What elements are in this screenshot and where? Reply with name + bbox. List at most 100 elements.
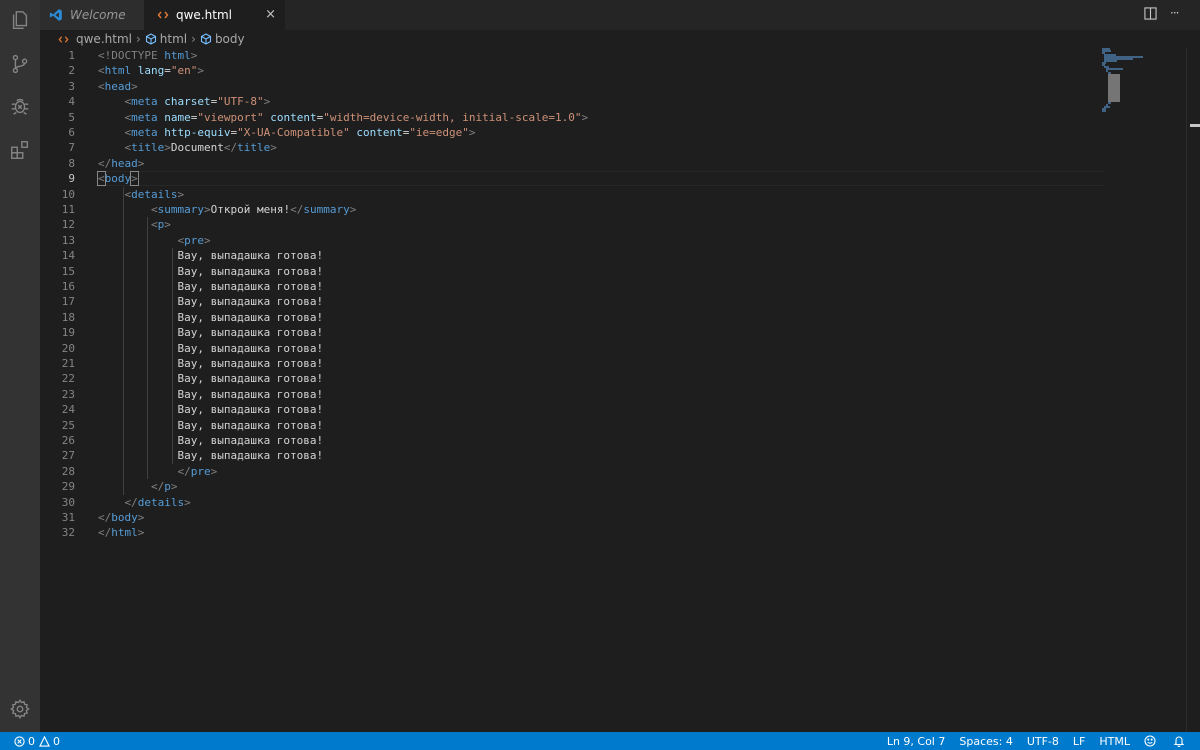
tab-welcome[interactable]: Welcome: [40, 0, 144, 30]
language-mode[interactable]: HTML: [1099, 735, 1130, 748]
code-line[interactable]: 14 Вау, выпадашка готова!: [40, 248, 1104, 263]
code-line[interactable]: 7 <title>Document</title>: [40, 140, 1104, 155]
code-line[interactable]: 15 Вау, выпадашка готова!: [40, 264, 1104, 279]
code-line[interactable]: 2 <html lang="en">: [40, 63, 1104, 78]
code-token: details: [137, 495, 185, 509]
code-line[interactable]: 1 <!DOCTYPE html>: [40, 48, 1104, 63]
code-line[interactable]: 29 </p>: [40, 479, 1104, 494]
code-token: details: [131, 187, 178, 201]
breadcrumb-html[interactable]: html: [145, 32, 187, 46]
explorer-button[interactable]: [0, 0, 40, 40]
code-token: Вау, выпадашка готова!: [98, 295, 324, 309]
code-text: Вау, выпадашка готова!: [98, 418, 323, 433]
code-token: <: [98, 64, 105, 78]
code-line[interactable]: 20 Вау, выпадашка готова!: [40, 341, 1104, 356]
line-number: 31: [61, 511, 75, 524]
notifications-button[interactable]: [1173, 735, 1188, 747]
code-token: Вау, выпадашка готова!: [98, 418, 324, 432]
code-line[interactable]: 27 Вау, выпадашка готова!: [40, 448, 1104, 463]
indentation[interactable]: Spaces: 4: [959, 735, 1012, 748]
breadcrumb: qwe.html › html › body: [40, 30, 1200, 48]
tab-qwe-html[interactable]: qwe.html ×: [144, 0, 286, 30]
vscode-logo-icon: [49, 8, 63, 22]
code-line[interactable]: 30 </details>: [40, 495, 1104, 510]
code-line[interactable]: 5 <meta name="viewport" content="width=d…: [40, 110, 1104, 125]
code-token: >: [130, 171, 139, 187]
line-number: 19: [61, 326, 75, 340]
code-token: Вау, выпадашка готова!: [98, 326, 324, 340]
cursor-position[interactable]: Ln 9, Col 7: [887, 735, 946, 748]
code-token: </: [98, 156, 112, 170]
code-line[interactable]: 24 Вау, выпадашка готова!: [40, 402, 1104, 417]
code-text: <summary>Открой меня!</summary>: [98, 202, 356, 217]
manage-button[interactable]: [0, 689, 40, 729]
code-token: summary: [303, 203, 350, 216]
code-line[interactable]: 4 <meta charset="UTF-8">: [40, 94, 1104, 109]
feedback-button[interactable]: [1144, 735, 1159, 747]
line-number: 17: [61, 295, 75, 309]
code-token: >: [203, 203, 211, 216]
code-token: >: [270, 141, 277, 155]
code-line[interactable]: 17 Вау, выпадашка готова!: [40, 294, 1104, 309]
code-text: </pre>: [98, 464, 217, 479]
line-number: 18: [61, 310, 75, 324]
scrollbar-cursor-marker: [1190, 124, 1200, 127]
code-text: Вау, выпадашка готова!: [98, 325, 323, 340]
source-control-button[interactable]: [0, 44, 40, 84]
code-editor[interactable]: 1 <!DOCTYPE html> 2 <html lang="en"> 3 <head>…: [40, 48, 1104, 732]
code-line[interactable]: 12 <p>: [40, 217, 1104, 232]
minimap-line: [1106, 68, 1124, 70]
line-number: 7: [68, 141, 75, 155]
vertical-scrollbar[interactable]: [1186, 48, 1200, 732]
encoding[interactable]: UTF-8: [1027, 735, 1059, 748]
close-icon[interactable]: ×: [265, 7, 276, 22]
code-token: "ie=edge": [409, 126, 469, 139]
code-line[interactable]: 10 <details>: [40, 187, 1104, 202]
more-actions-button[interactable]: ···: [1170, 6, 1180, 20]
extensions-button[interactable]: [0, 130, 40, 170]
code-line[interactable]: 6 <meta http-equiv="X-UA-Compatible" con…: [40, 125, 1104, 140]
code-line[interactable]: 22 Вау, выпадашка готова!: [40, 371, 1104, 386]
code-line[interactable]: 18 Вау, выпадашка готова!: [40, 310, 1104, 325]
code-line[interactable]: 8 </head>: [40, 156, 1104, 171]
indent-guide: [147, 217, 149, 480]
code-line[interactable]: 16 Вау, выпадашка готова!: [40, 279, 1104, 294]
code-line[interactable]: 25 Вау, выпадашка готова!: [40, 418, 1104, 433]
code-line[interactable]: 19 Вау, выпадашка готова!: [40, 325, 1104, 340]
code-token: head: [104, 79, 132, 93]
split-editor-button[interactable]: [1144, 7, 1157, 20]
problems-indicator[interactable]: 0: [14, 735, 35, 748]
code-line[interactable]: 23 Вау, выпадашка готова!: [40, 387, 1104, 402]
bell-icon: [1173, 736, 1185, 747]
code-token: >: [137, 511, 145, 524]
code-line[interactable]: 31 </body>: [40, 510, 1104, 525]
minimap[interactable]: [1102, 48, 1186, 732]
code-line[interactable]: 21 Вау, выпадашка готова!: [40, 356, 1104, 371]
breadcrumb-body[interactable]: body: [200, 32, 245, 46]
code-token: title: [131, 141, 165, 155]
code-line[interactable]: 11 <summary>Открой меня!</summary>: [40, 202, 1104, 217]
code-line[interactable]: 9 <body>: [40, 171, 1104, 187]
code-line[interactable]: 3 <head>: [40, 79, 1104, 94]
line-number: 8: [68, 156, 75, 170]
breadcrumb-file[interactable]: qwe.html: [58, 32, 132, 46]
warnings-indicator[interactable]: 0: [39, 735, 60, 748]
code-line[interactable]: 28 </pre>: [40, 464, 1104, 479]
debug-button[interactable]: [0, 86, 40, 126]
code-token: >: [184, 495, 191, 509]
line-number: 24: [61, 403, 75, 417]
end-of-line[interactable]: LF: [1073, 735, 1085, 748]
code-line[interactable]: 13 <pre>: [40, 233, 1104, 248]
code-line[interactable]: 26 Вау, выпадашка готова!: [40, 433, 1104, 448]
code-token: pre: [190, 464, 211, 478]
code-token: Вау, выпадашка готова!: [98, 341, 324, 355]
line-number: 13: [61, 233, 75, 247]
code-line[interactable]: 32 </html>: [40, 525, 1104, 540]
line-number: 21: [61, 357, 75, 370]
code-token: Вау, выпадашка готова!: [98, 280, 324, 293]
